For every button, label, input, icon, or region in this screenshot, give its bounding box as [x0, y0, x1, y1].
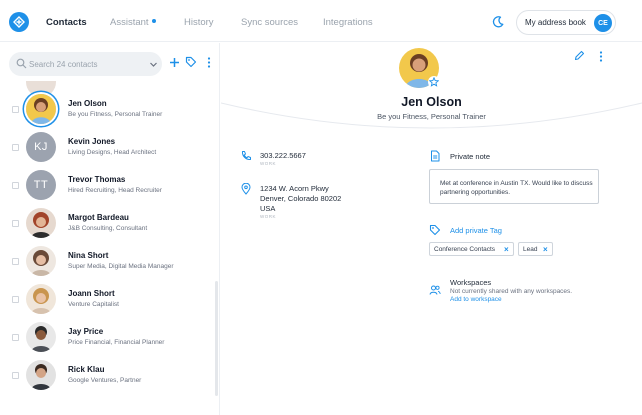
contact-subtitle: Be you Fitness, Personal Trainer: [68, 111, 163, 118]
dark-mode-icon[interactable]: [491, 15, 505, 29]
contact-row[interactable]: TT Trevor Thomas Hired Recruiting, Head …: [0, 166, 214, 204]
contact-checkbox[interactable]: [12, 220, 19, 227]
tab-sync-sources[interactable]: Sync sources: [241, 17, 298, 28]
location-pin-icon: [241, 183, 251, 195]
contact-row[interactable]: Margot Bardeau J&B Consulting, Consultan…: [0, 204, 214, 242]
app-logo[interactable]: [9, 12, 29, 32]
contact-avatar: [26, 246, 56, 276]
contact-subtitle: Price Financial, Financial Planner: [68, 339, 165, 346]
search-icon: [16, 58, 27, 69]
address-book-label: My address book: [525, 18, 586, 27]
contact-checkbox[interactable]: [12, 372, 19, 379]
tab-assistant-label: Assistant: [110, 17, 149, 28]
tag-icon: [185, 56, 197, 68]
workspaces-status: Not currently shared with any workspaces…: [450, 288, 573, 295]
address-book-selector[interactable]: My address book CE: [516, 10, 616, 35]
search-input[interactable]: [29, 55, 139, 73]
private-note-text: Met at conference in Austin TX. Would li…: [440, 180, 593, 196]
contact-subtitle: Google Ventures, Partner: [68, 377, 142, 384]
tab-contacts[interactable]: Contacts: [46, 17, 87, 28]
workspaces-title: Workspaces: [450, 278, 492, 287]
address-line3[interactable]: USA: [260, 204, 275, 213]
contact-checkbox[interactable]: [12, 144, 19, 151]
contact-name: Kevin Jones: [68, 137, 116, 146]
note-icon: [431, 150, 440, 162]
scrollbar[interactable]: [215, 281, 218, 396]
contact-checkbox[interactable]: [12, 106, 19, 113]
private-note-textarea[interactable]: Met at conference in Austin TX. Would li…: [429, 169, 599, 204]
private-note-title: Private note: [450, 152, 491, 161]
tag-chip-label: Lead: [523, 246, 538, 253]
contact-avatar: [26, 94, 56, 124]
contact-avatar: [26, 284, 56, 314]
contact-row[interactable]: KJ Kevin Jones Living Designs, Head Arch…: [0, 128, 214, 166]
remove-tag-icon[interactable]: ×: [504, 245, 509, 254]
contact-name: Trevor Thomas: [68, 175, 126, 184]
add-contact-button[interactable]: [167, 55, 181, 69]
tag-filter-button[interactable]: [184, 55, 198, 69]
contact-list[interactable]: Jen Olson Be you Fitness, Personal Train…: [0, 81, 218, 415]
logo-icon: [13, 16, 25, 28]
contact-checkbox[interactable]: [12, 296, 19, 303]
plus-icon: [169, 57, 179, 67]
contact-subtitle: Living Designs, Head Architect: [68, 149, 157, 156]
tab-integrations[interactable]: Integrations: [323, 17, 373, 28]
contact-row[interactable]: Rick Klau Google Ventures, Partner: [0, 356, 214, 394]
contact-row[interactable]: Jen Olson Be you Fitness, Personal Train…: [0, 90, 214, 128]
more-options-button[interactable]: [202, 55, 216, 69]
contact-subtitle: J&B Consulting, Consultant: [68, 225, 148, 232]
add-private-tag-link[interactable]: Add private Tag: [450, 226, 502, 235]
contact-avatar: [26, 208, 56, 238]
contact-subtitle: Super Media, Digital Media Manager: [68, 263, 174, 270]
detail-name: Jen Olson: [401, 95, 462, 109]
contact-name: Joann Short: [68, 289, 115, 298]
contact-avatar: KJ: [26, 132, 56, 162]
tag-chip: Lead ×: [518, 242, 553, 256]
address-type: WORK: [260, 214, 276, 219]
contact-name: Margot Bardeau: [68, 213, 129, 222]
contact-name: Jen Olson: [68, 99, 107, 108]
tab-assistant[interactable]: Assistant: [110, 17, 156, 28]
more-vertical-icon[interactable]: [599, 51, 603, 62]
contact-row[interactable]: Jay Price Price Financial, Financial Pla…: [0, 318, 214, 356]
address-line1[interactable]: 1234 W. Acorn Pkwy: [260, 184, 329, 193]
contact-name: Jay Price: [68, 327, 104, 336]
contact-subtitle: Hired Recruiting, Head Recruiter: [68, 187, 162, 194]
address-line2[interactable]: Denver, Colorado 80202: [260, 194, 341, 203]
contact-avatar: TT: [26, 170, 56, 200]
add-to-workspace-link[interactable]: Add to workspace: [450, 296, 502, 303]
contact-checkbox[interactable]: [12, 182, 19, 189]
contact-checkbox[interactable]: [12, 258, 19, 265]
edit-icon[interactable]: [574, 50, 585, 61]
tab-history[interactable]: History: [184, 17, 214, 28]
chevron-down-icon[interactable]: [149, 60, 158, 69]
favorite-star-icon[interactable]: [428, 76, 440, 88]
detail-subtitle: Be you Fitness, Personal Trainer: [377, 112, 486, 121]
contact-avatar: [26, 322, 56, 352]
people-icon: [429, 285, 441, 295]
contact-detail-panel: Jen Olson Be you Fitness, Personal Train…: [221, 43, 642, 415]
more-vertical-icon: [207, 56, 211, 68]
contact-subtitle: Venture Capitalist: [68, 301, 119, 308]
contact-name: Nina Short: [68, 251, 109, 260]
tag-icon: [429, 224, 441, 236]
contact-checkbox[interactable]: [12, 334, 19, 341]
phone-type: WORK: [260, 161, 276, 166]
tag-chip-label: Conference Contacts: [434, 246, 496, 253]
contact-list-panel: Jen Olson Be you Fitness, Personal Train…: [0, 43, 220, 415]
tag-chip: Conference Contacts ×: [429, 242, 514, 256]
notification-dot: [151, 19, 156, 24]
contact-name: Rick Klau: [68, 365, 105, 374]
top-nav-bar: Contacts Assistant History Sync sources …: [0, 0, 642, 42]
phone-number[interactable]: 303.222.5667: [260, 151, 306, 160]
user-avatar[interactable]: CE: [594, 14, 612, 32]
contact-row[interactable]: Nina Short Super Media, Digital Media Ma…: [0, 242, 214, 280]
contact-avatar: [26, 360, 56, 390]
remove-tag-icon[interactable]: ×: [543, 245, 548, 254]
phone-icon: [241, 151, 251, 161]
contact-row[interactable]: Joann Short Venture Capitalist: [0, 280, 214, 318]
search-bar: [9, 52, 162, 76]
